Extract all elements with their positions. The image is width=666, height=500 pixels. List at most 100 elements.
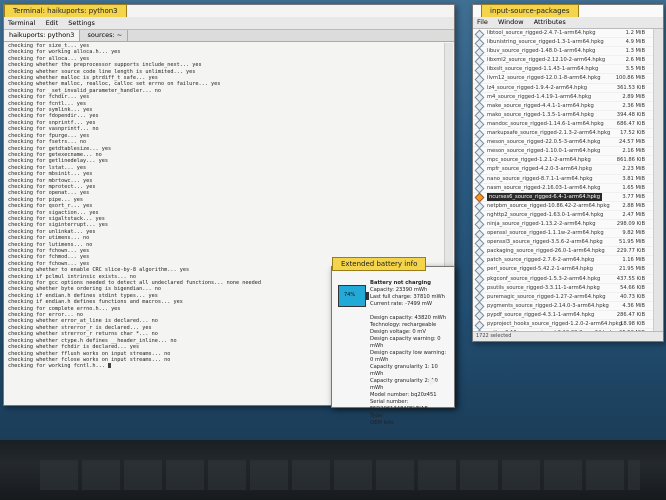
package-list[interactable]: libtool_source_rigged-2.4.7-1-arm64.hpkg…: [473, 29, 653, 331]
tab-haikuports[interactable]: haikuports: python3: [4, 30, 81, 41]
package-name: lz4_source_rigged-1.9.4-2-arm64.hpkg: [487, 84, 588, 91]
package-row[interactable]: packaging_source_rigged-26.0-1-arm64.hpk…: [473, 247, 653, 258]
package-size: 1.3 MiB: [625, 48, 645, 55]
battery-status: Battery not charging: [370, 280, 431, 286]
package-row[interactable]: pkgconf_source_rigged-1.5.3-2-arm64.hpkg…: [473, 274, 653, 285]
package-size: 686.47 KiB: [616, 120, 645, 127]
battery-last-full: Last full charge: 37810 mWh: [370, 294, 445, 300]
battery-type: Type:: [370, 413, 384, 419]
package-size: 2.88 MiB: [622, 202, 645, 209]
terminal-cursor: [107, 363, 111, 369]
battery-capacity: Capacity: 23390 mWh: [370, 287, 428, 293]
package-size: 286.47 KiB: [616, 311, 645, 318]
package-row[interactable]: libxml2_source_rigged-2.12.10-2-arm64.hp…: [473, 56, 653, 67]
package-name: mpfr_source_rigged-4.2.0-3-arm64.hpkg: [487, 166, 592, 173]
battery-design-low: Design capacity low warning: 0 mWh: [370, 350, 447, 363]
package-row[interactable]: openssl_source_rigged-1.1.1w-2-arm64.hpk…: [473, 229, 653, 240]
package-row[interactable]: netpbm_source_rigged-10.86.42-2-arm64.hp…: [473, 201, 653, 212]
package-name: meson_source_rigged-22.0.5-3-arm64.hpkg: [487, 139, 601, 146]
package-size: 3.77 MiB: [622, 193, 645, 200]
package-row[interactable]: pygments_source_rigged-2.14.0-3-arm64.hp…: [473, 301, 653, 312]
package-row[interactable]: mako_source_rigged-1.3.5-1-arm64.hpkg 394…: [473, 110, 653, 121]
package-row[interactable]: nghttp2_source_rigged-1.63.0-1-arm64.hpk…: [473, 210, 653, 221]
package-name: pygments_source_rigged-2.14.0-3-arm64.hp…: [487, 302, 609, 309]
battery-design-voltage: Design voltage: 0 mV: [370, 329, 426, 335]
package-size: 2.6 MiB: [625, 57, 645, 64]
battery-model: Model number: bq20z451: [370, 392, 437, 398]
package-row[interactable]: openssl3_source_rigged-3.5.6-2-arm64.hpk…: [473, 238, 653, 249]
package-size: 4.36 MiB: [622, 302, 645, 309]
package-row[interactable]: patch_source_rigged-2.7.6-2-arm64.hpkg 1.…: [473, 256, 653, 267]
package-size: 4.9 MiB: [625, 39, 645, 46]
package-row[interactable]: nasm_source_rigged-2.16.03-1-arm64.hpkg 1…: [473, 183, 653, 194]
package-name: openssl_source_rigged-1.1.1w-2-arm64.hpk…: [487, 230, 604, 237]
package-name: libuv_source_rigged-1.48.0-1-arm64.hpkg: [487, 48, 596, 55]
menu-terminal[interactable]: Terminal: [8, 19, 35, 27]
package-row[interactable]: psutils_source_rigged-3.3.11-1-arm64.hpk…: [473, 283, 653, 294]
package-row[interactable]: llvm12_source_rigged-12.0.1-8-arm64.hpkg…: [473, 74, 653, 85]
package-row[interactable]: libtool_source_rigged-2.4.7-1-arm64.hpkg…: [473, 29, 653, 39]
package-row[interactable]: make_source_rigged-4.4.1-1-arm64.hpkg 2.3…: [473, 101, 653, 112]
package-size: 2.23 MiB: [622, 166, 645, 173]
package-row[interactable]: lz4_source_rigged-1.9.4-2-arm64.hpkg 361.…: [473, 83, 653, 94]
package-row[interactable]: nano_source_rigged-8.7.1-1-arm64.hpkg 3.8…: [473, 174, 653, 185]
package-size: 24.57 MiB: [619, 139, 645, 146]
package-size: 100.86 MiB: [615, 75, 645, 82]
package-row[interactable]: puremagic_source_rigged-1.27-2-arm64.hpk…: [473, 292, 653, 303]
package-size: 394.48 KiB: [616, 111, 645, 118]
package-row[interactable]: ncurses6_source_rigged-6.4-1-arm64.hpkg 3…: [473, 192, 653, 203]
battery-window[interactable]: Extended battery info 74% Battery not ch…: [331, 257, 455, 426]
battery-title-tab[interactable]: Extended battery info: [332, 257, 427, 271]
package-size: 229.77 KiB: [616, 248, 645, 255]
package-name: meson_source_rigged-1.10.0-1-arm64.hpkg: [487, 148, 601, 155]
package-row[interactable]: mpc_source_rigged-1.2.1-2-arm64.hpkg 861.…: [473, 156, 653, 167]
battery-technology: Technology: rechargeable: [370, 322, 437, 328]
package-name: psutils_source_rigged-3.3.11-1-arm64.hpk…: [487, 284, 600, 291]
package-name: make_source_rigged-4.4.1-1-arm64.hpkg: [487, 102, 594, 109]
menu-attributes[interactable]: Attributes: [534, 18, 566, 26]
battery-design-capacity: Design capacity: 43820 mWh: [370, 315, 447, 321]
battery-info: Battery not charging Capacity: 23390 mWh…: [370, 280, 450, 427]
menu-edit[interactable]: Edit: [46, 19, 59, 27]
battery-design-warning: Design capacity warning: 0 mWh: [370, 336, 441, 349]
package-size: 17.52 KiB: [620, 130, 645, 137]
menu-file[interactable]: File: [477, 18, 488, 26]
package-title-tab[interactable]: input-source-packages: [481, 4, 579, 18]
package-scrollbar[interactable]: [653, 29, 663, 331]
package-name: pyproject_hooks_source_rigged-1.2.0-2-ar…: [487, 321, 622, 327]
package-row[interactable]: perl_source_rigged-5.42.2-1-arm64.hpkg 21…: [473, 265, 653, 276]
package-row[interactable]: m4_source_rigged-1.4.19-1-arm64.hpkg 2.89…: [473, 92, 653, 103]
package-row[interactable]: libunistring_source_rigged-1.3-1-arm64.h…: [473, 38, 653, 49]
package-row[interactable]: libuv_source_rigged-1.48.0-1-arm64.hpkg 1…: [473, 47, 653, 58]
menu-window[interactable]: Window: [498, 18, 524, 26]
package-window[interactable]: input-source-packages File Window Attrib…: [472, 4, 664, 342]
package-name: llvm12_source_rigged-12.0.1-8-arm64.hpkg: [487, 75, 601, 82]
package-name: pkgconf_source_rigged-1.5.3-2-arm64.hpkg: [487, 275, 601, 282]
package-name: puremagic_source_rigged-1.27-2-arm64.hpk…: [487, 293, 606, 300]
package-row[interactable]: libxslt_source_rigged-1.1.43-1-arm64.hpk…: [473, 65, 653, 76]
package-size: 40.73 KiB: [620, 293, 645, 300]
package-row[interactable]: pypdf_source_rigged-4.3.1-1-arm64.hpkg 28…: [473, 310, 653, 321]
laptop-bezel: [0, 440, 666, 500]
package-size: 54.66 KiB: [620, 284, 645, 291]
package-size: 21.95 MiB: [619, 266, 645, 273]
battery-granularity-1: Capacity granularity 1: 10 mWh: [370, 364, 438, 377]
package-size: 2.47 MiB: [622, 211, 645, 218]
tab-sources[interactable]: sources: ~: [83, 30, 129, 41]
package-name: libxml2_source_rigged-2.12.10-2-arm64.hp…: [487, 57, 606, 64]
package-name: pypdf_source_rigged-4.3.1-1-arm64.hpkg: [487, 311, 595, 318]
battery-icon-label: 74%: [344, 292, 356, 298]
package-row[interactable]: mpfr_source_rigged-4.2.0-3-arm64.hpkg 2.2…: [473, 165, 653, 176]
package-row[interactable]: markupsafe_source_rigged-2.1.3-2-arm64.h…: [473, 129, 653, 139]
package-status: 1722 selected: [473, 331, 663, 341]
package-name: packaging_source_rigged-26.0-1-arm64.hpk…: [487, 248, 605, 255]
package-row[interactable]: meson_source_rigged-1.10.0-1-arm64.hpkg 2…: [473, 147, 653, 158]
package-row[interactable]: ninja_source_rigged-1.13.2-2-arm64.hpkg 2…: [473, 220, 653, 230]
package-row[interactable]: mandoc_source_rigged-1.14.6-1-arm64.hpkg…: [473, 119, 653, 130]
menu-settings[interactable]: Settings: [68, 19, 95, 27]
package-name: netpbm_source_rigged-10.86.42-2-arm64.hp…: [487, 202, 610, 209]
terminal-title-tab[interactable]: Terminal: haikuports: python3: [4, 4, 127, 18]
package-row[interactable]: pyproject_hooks_source_rigged-1.2.0-2-ar…: [473, 320, 653, 330]
package-row[interactable]: meson_source_rigged-22.0.5-3-arm64.hpkg 2…: [473, 138, 653, 149]
package-size: 2.89 MiB: [622, 93, 645, 100]
